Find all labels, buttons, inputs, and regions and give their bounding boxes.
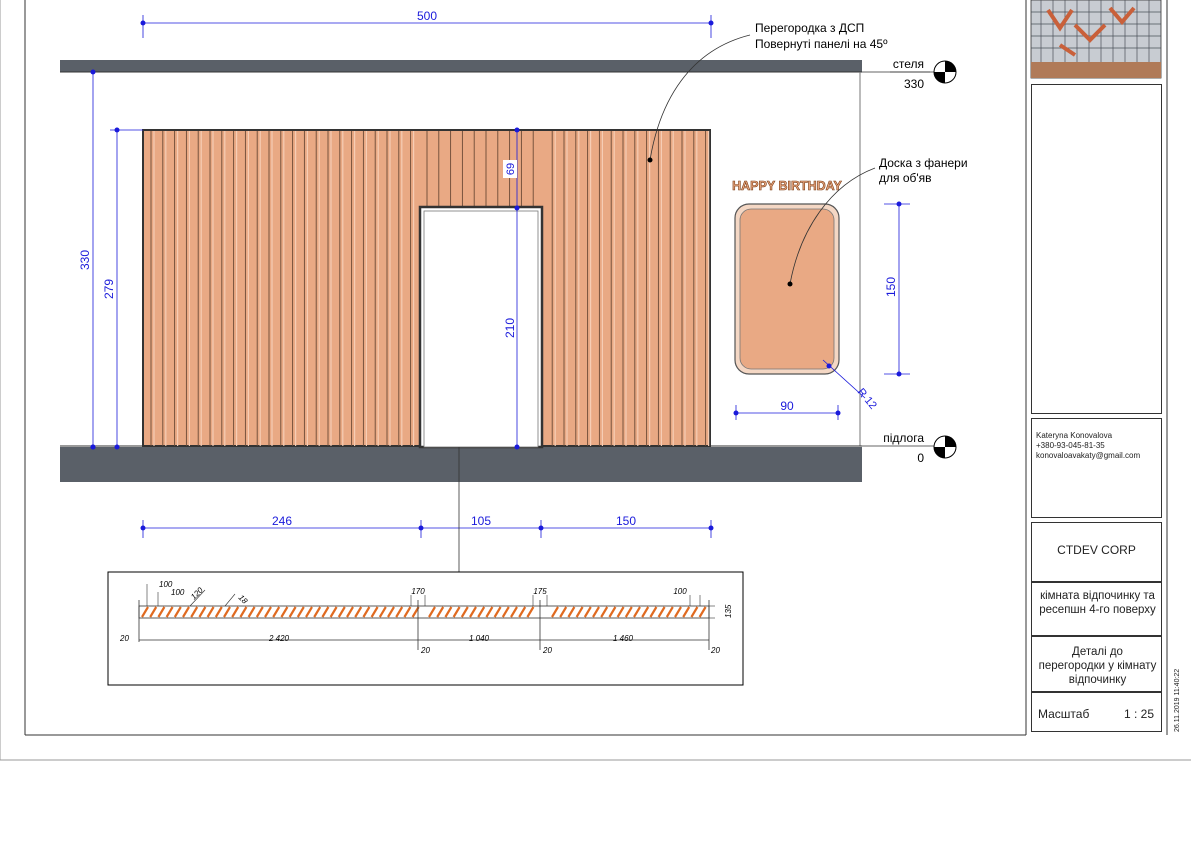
plan-dim-end-right: 20 xyxy=(710,646,720,655)
partition-callout-line1: Перегородка з ДСП xyxy=(755,21,864,35)
board-leader-dot xyxy=(787,281,793,287)
dim-dot xyxy=(896,371,902,377)
dim-dot xyxy=(896,201,902,207)
plan-dim-j2: 20 xyxy=(542,646,552,655)
dim-90-label: 90 xyxy=(780,399,794,413)
ceiling-label: стеля xyxy=(893,57,924,71)
company-name: CTDEV CORP xyxy=(1057,543,1136,557)
dim-279-label: 279 xyxy=(102,279,116,299)
dim-dot xyxy=(114,127,120,133)
dim-dot xyxy=(538,525,544,531)
plan-dim-seg2: 1 040 xyxy=(469,634,490,643)
scale-box: Масштаб 1 : 25 xyxy=(1031,692,1162,732)
dim-dot xyxy=(733,410,739,416)
dim-210-label: 210 xyxy=(503,318,517,338)
dim-dot xyxy=(114,444,120,450)
birthday-text: HAPPY BIRTHDAY xyxy=(732,179,842,193)
plan-dim-175: 175 xyxy=(533,587,547,596)
timestamp: 26.11.2019 11:40:22 xyxy=(1174,668,1181,732)
ceiling-value: 330 xyxy=(904,77,924,91)
door-inner xyxy=(423,210,539,448)
floor-label: підлога xyxy=(883,431,924,445)
floor-value: 0 xyxy=(917,451,924,465)
author-phone: +380-93-045-81-35 xyxy=(1036,441,1105,450)
notice-board xyxy=(739,208,835,370)
plan-dim-seg1: 2 420 xyxy=(268,634,290,643)
dim-69-label: 69 xyxy=(505,163,517,175)
scale-label: Масштаб xyxy=(1038,707,1090,721)
dim-dot xyxy=(140,525,146,531)
radius-label: R 12 xyxy=(855,386,879,412)
dim-246-label: 246 xyxy=(272,514,292,528)
company-box: CTDEV CORP xyxy=(1031,522,1162,582)
plan-dim-j1: 20 xyxy=(420,646,430,655)
dim-dot xyxy=(418,525,424,531)
project-box: кімната відпочинку та ресепшн 4-го повер… xyxy=(1031,582,1162,636)
dim-dot xyxy=(708,20,714,26)
plan-dim-100c: 100 xyxy=(673,587,687,596)
scale-value: 1 : 25 xyxy=(1124,707,1155,721)
plan-dim-seg3: 1 460 xyxy=(613,634,634,643)
plan-dim-end-left: 20 xyxy=(119,634,129,643)
author-name: Kateryna Konovalova xyxy=(1036,431,1113,440)
dim-150-label: 150 xyxy=(616,514,636,528)
elevation-drawing: HAPPY BIRTHDAY 500 330 279 69 210 150 90… xyxy=(0,0,1191,761)
sheet-title-box: Деталі до перегородки у кімнату відпочин… xyxy=(1031,636,1162,692)
plan-dim-100b: 100 xyxy=(171,588,185,597)
thumbnail-image xyxy=(1030,0,1162,79)
project-title: кімната відпочинку та ресепшн 4-го повер… xyxy=(1039,590,1156,616)
ceiling-slab xyxy=(60,60,862,72)
titleblock-notes-area xyxy=(1031,84,1162,414)
author-box: Kateryna Konovalova +380-93-045-81-35 ko… xyxy=(1031,418,1162,518)
board-callout-line1: Доска з фанери xyxy=(879,156,968,170)
radius-dot xyxy=(826,363,832,369)
dim-500-label: 500 xyxy=(417,9,437,23)
sheet-title: Деталі до перегородки у кімнату відпочин… xyxy=(1038,646,1157,686)
dim-dot xyxy=(90,444,96,450)
dim-150-board-label: 150 xyxy=(884,277,898,297)
dim-330-label: 330 xyxy=(78,250,92,270)
author-email: konovaloavakaty@gmail.com xyxy=(1036,451,1141,460)
plan-detail-frame xyxy=(107,571,744,686)
plan-dim-135: 135 xyxy=(724,604,733,618)
dim-dot xyxy=(140,20,146,26)
dim-dot xyxy=(514,127,520,133)
floor-slab xyxy=(60,447,862,482)
dim-dot xyxy=(514,444,520,450)
dim-dot xyxy=(835,410,841,416)
partition-callout-line2: Повернуті панелі на 45º xyxy=(755,37,888,51)
partition-leader-dot xyxy=(647,157,653,163)
board-callout-line2: для об'яв xyxy=(879,171,932,185)
dim-dot xyxy=(514,205,520,211)
plan-dim-170: 170 xyxy=(411,587,425,596)
dim-dot xyxy=(708,525,714,531)
dim-105-label: 105 xyxy=(471,514,491,528)
dim-dot xyxy=(90,69,96,75)
